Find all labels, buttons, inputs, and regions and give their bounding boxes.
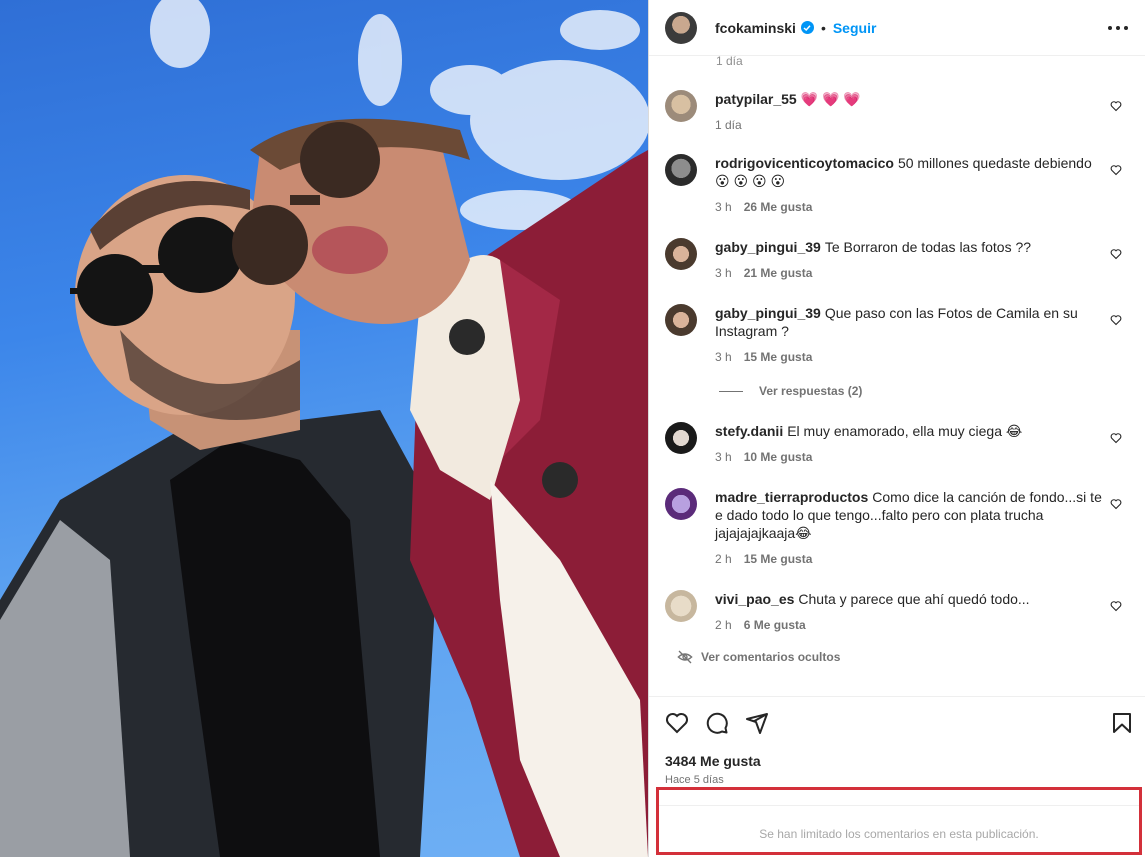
comment-item: gaby_pingui_39 Que paso con las Fotos de … — [665, 304, 1130, 366]
comment-item: stefy.danii El muy enamorado, ella muy ci… — [665, 422, 1130, 466]
comment-likes[interactable]: 6 Me gusta — [744, 616, 806, 634]
commenter-avatar[interactable] — [665, 154, 697, 186]
author-avatar[interactable] — [665, 11, 697, 44]
likes-count[interactable]: 3484 Me gusta — [665, 753, 761, 769]
comment-time: 1 día — [715, 118, 742, 132]
hidden-comments-label: Ver comentarios ocultos — [701, 650, 841, 664]
author-username[interactable]: fcokaminski — [715, 20, 796, 36]
comments-limited-notice: Se han limitado los comentarios en esta … — [759, 827, 1039, 841]
comment-likes[interactable]: 21 Me gusta — [744, 264, 813, 282]
comment-text: 💗 💗 💗 — [800, 91, 861, 107]
comment-like-heart-icon[interactable] — [1110, 100, 1122, 112]
comment-like-heart-icon[interactable] — [1110, 314, 1122, 326]
comment-time: 3 h — [715, 450, 732, 464]
bookmark-icon[interactable] — [1110, 711, 1134, 735]
comment-username[interactable]: vivi_pao_es — [715, 591, 794, 607]
more-icon[interactable] — [1108, 18, 1128, 38]
post-header: fcokaminski • Seguir — [649, 0, 1145, 56]
comment-like-heart-icon[interactable] — [1110, 432, 1122, 444]
comment-likes[interactable]: 15 Me gusta — [744, 550, 813, 568]
verified-icon — [800, 21, 814, 34]
view-replies-button[interactable]: Ver respuestas (2) — [719, 384, 862, 398]
comment-time: 3 h — [715, 350, 732, 364]
comment-item: patypilar_55 💗 💗 💗 1 día — [665, 90, 1130, 134]
comment-like-heart-icon[interactable] — [1110, 248, 1122, 260]
commenter-avatar[interactable] — [665, 304, 697, 336]
comment-icon[interactable] — [705, 711, 729, 735]
comment-like-heart-icon[interactable] — [1110, 600, 1122, 612]
comment-username[interactable]: madre_tierraproductos — [715, 489, 868, 505]
comment-likes[interactable]: 26 Me gusta — [744, 198, 813, 216]
header-separator: • — [820, 19, 826, 36]
comment-time: 2 h — [715, 618, 732, 632]
view-hidden-comments-button[interactable]: Ver comentarios ocultos — [677, 649, 840, 665]
view-replies-label: Ver respuestas (2) — [759, 384, 863, 398]
commenter-avatar[interactable] — [665, 90, 697, 122]
comments-limited-highlight: Se han limitado los comentarios en esta … — [656, 787, 1142, 855]
comment-username[interactable]: rodrigovicenticoytomacico — [715, 155, 894, 171]
comment-likes[interactable]: 10 Me gusta — [744, 448, 813, 466]
comment-like-heart-icon[interactable] — [1110, 164, 1122, 176]
comment-time: 3 h — [715, 200, 732, 214]
comment-username[interactable]: stefy.danii — [715, 423, 783, 439]
commenter-avatar[interactable] — [665, 238, 697, 270]
comment-text: Te Borraron de todas las fotos ?? — [824, 239, 1032, 255]
post-timestamp: Hace 5 días — [665, 774, 724, 786]
comment-item: gaby_pingui_39 Te Borraron de todas las f… — [665, 238, 1130, 282]
commenter-avatar[interactable] — [665, 422, 697, 454]
partial-comment-time: 1 día — [716, 56, 743, 68]
eye-off-icon — [677, 650, 693, 664]
comment-time: 2 h — [715, 552, 732, 566]
commenter-avatar[interactable] — [665, 590, 697, 622]
comment-username[interactable]: patypilar_55 — [715, 91, 797, 107]
post-sidebar: fcokaminski • Seguir 1 día patypilar_55 💗… — [648, 0, 1145, 857]
comments-list: 1 día patypilar_55 💗 💗 💗 1 día rodrigovic… — [649, 56, 1145, 696]
share-icon[interactable] — [745, 711, 769, 735]
follow-button[interactable]: Seguir — [833, 20, 877, 36]
comment-text: El muy enamorado, ella muy ciega 😂 — [787, 423, 1023, 439]
selfie-illustration — [0, 0, 648, 857]
comment-like-heart-icon[interactable] — [1110, 498, 1122, 510]
heart-icon[interactable] — [665, 711, 689, 735]
comment-item: vivi_pao_es Chuta y parece que ahí quedó … — [665, 590, 1130, 634]
comment-username[interactable]: gaby_pingui_39 — [715, 305, 821, 321]
comment-text: Chuta y parece que ahí quedó todo... — [798, 591, 1030, 607]
comment-item: rodrigovicenticoytomacico 50 millones que… — [665, 154, 1130, 216]
comment-likes[interactable]: 15 Me gusta — [744, 348, 813, 366]
comment-time: 3 h — [715, 266, 732, 280]
comment-item: madre_tierraproductos Como dice la canció… — [665, 488, 1130, 568]
commenter-avatar[interactable] — [665, 488, 697, 520]
post-actions: 3484 Me gusta Hace 5 días Se han limitad… — [649, 696, 1145, 857]
post-photo — [0, 0, 648, 857]
comment-username[interactable]: gaby_pingui_39 — [715, 239, 821, 255]
